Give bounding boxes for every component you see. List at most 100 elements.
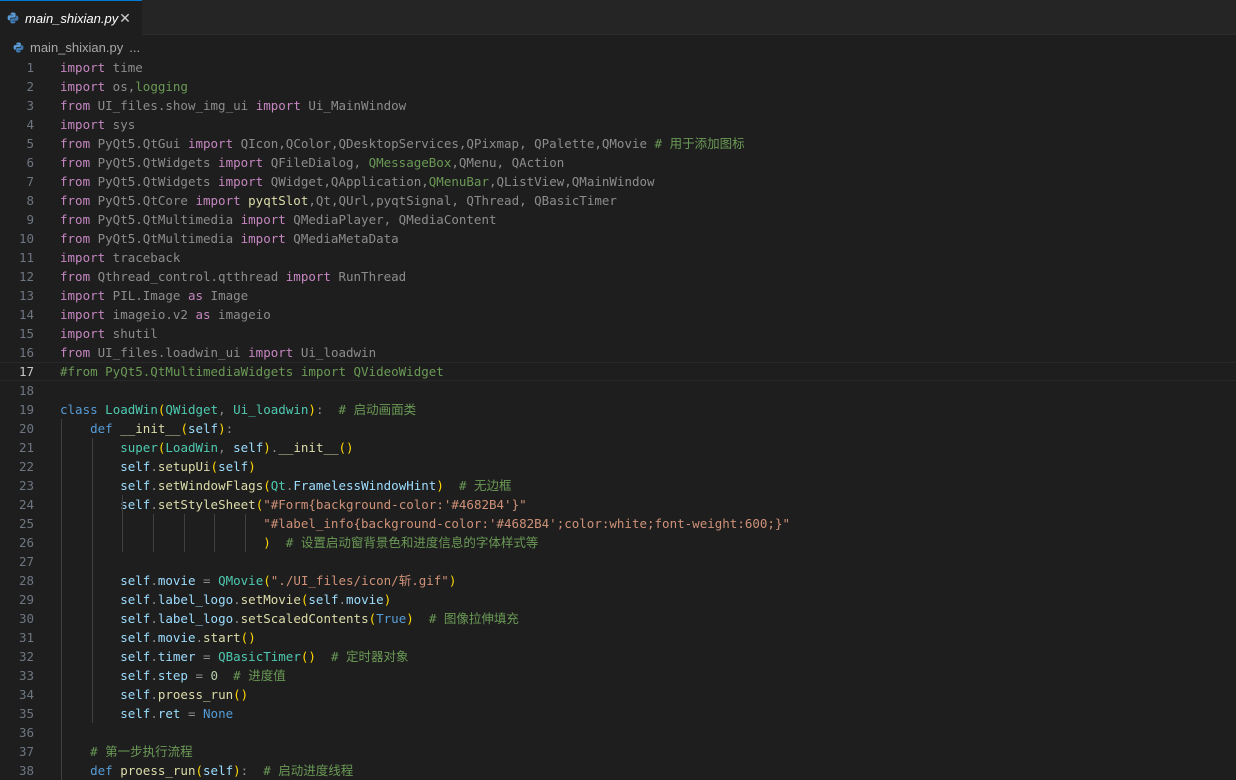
close-tab-icon[interactable]: ✕ — [117, 10, 133, 26]
code-text: self.proess_run() — [120, 687, 249, 702]
breadcrumb-ellipsis[interactable]: ... — [129, 40, 140, 55]
code-text: import shutil — [60, 326, 158, 341]
line-number: 27 — [18, 554, 34, 569]
code-line[interactable]: 30 self.label_logo.setScaledContents(Tru… — [0, 609, 1236, 628]
line-number: 17 — [18, 364, 34, 379]
indent-guide — [245, 514, 246, 552]
code-line[interactable]: 23 self.setWindowFlags(Qt.FramelessWindo… — [0, 476, 1236, 495]
code-line[interactable]: 12 from Qthread_control.qtthread import R… — [0, 267, 1236, 286]
line-number: 25 — [18, 516, 34, 531]
line-number: 7 — [26, 174, 34, 189]
tab-label: main_shixian.py — [25, 10, 119, 26]
line-number: 3 — [26, 98, 34, 113]
line-number: 34 — [18, 687, 34, 702]
code-line[interactable]: 37 # 第一步执行流程 — [0, 742, 1236, 761]
indent-guide — [153, 514, 154, 552]
code-line[interactable]: 24 self.setStyleSheet("#Form{background-… — [0, 495, 1236, 514]
code-text: from Qthread_control.qtthread import Run… — [60, 269, 407, 284]
line-number: 36 — [18, 725, 34, 740]
code-text: import os,logging — [60, 79, 188, 94]
line-number: 4 — [26, 117, 34, 132]
code-text: ) # 设置启动窗背景色和进度信息的字体样式等 — [263, 535, 539, 550]
code-editor[interactable]: 1 import time 2 import os,logging 3 from UI_f… — [0, 58, 1236, 780]
line-number: 31 — [18, 630, 34, 645]
code-line[interactable]: 33 self.step = 0 # 进度值 — [0, 666, 1236, 685]
code-text: from PyQt5.QtWidgets import QFileDialog,… — [60, 155, 565, 170]
indent-guide — [122, 495, 123, 552]
code-line[interactable]: 15 import shutil — [0, 324, 1236, 343]
code-line[interactable]: 28 self.movie = QMovie("./UI_files/icon/… — [0, 571, 1236, 590]
line-number: 14 — [18, 307, 34, 322]
line-number: 38 — [18, 763, 34, 778]
code-line[interactable]: 5 from PyQt5.QtGui import QIcon,QColor,QD… — [0, 134, 1236, 153]
code-line[interactable]: 8 from PyQt5.QtCore import pyqtSlot,Qt,QU… — [0, 191, 1236, 210]
code-text: from PyQt5.QtCore import pyqtSlot,Qt,QUr… — [60, 193, 617, 208]
code-line[interactable]: 32 self.timer = QBasicTimer() # 定时器对象 — [0, 647, 1236, 666]
code-line[interactable]: 14 import imageio.v2 as imageio — [0, 305, 1236, 324]
code-line[interactable]: 10 from PyQt5.QtMultimedia import QMediaM… — [0, 229, 1236, 248]
code-line[interactable]: 3 from UI_files.show_img_ui import Ui_Mai… — [0, 96, 1236, 115]
code-line[interactable]: 16 from UI_files.loadwin_ui import Ui_loa… — [0, 343, 1236, 362]
code-line[interactable]: 22 self.setupUi(self) — [0, 457, 1236, 476]
code-line[interactable]: 31 self.movie.start() — [0, 628, 1236, 647]
code-line[interactable]: 21 super(LoadWin, self).__init__() — [0, 438, 1236, 457]
python-file-icon — [13, 41, 24, 53]
indent-guide — [61, 419, 62, 780]
indent-guide — [214, 514, 215, 552]
line-number: 33 — [18, 668, 34, 683]
code-line[interactable]: 1 import time — [0, 58, 1236, 77]
line-number: 37 — [18, 744, 34, 759]
line-number: 26 — [18, 535, 34, 550]
code-text: self.setupUi(self) — [120, 459, 256, 474]
code-text: import time — [60, 60, 143, 75]
line-number: 8 — [26, 193, 34, 208]
code-line[interactable]: 26 ) # 设置启动窗背景色和进度信息的字体样式等 — [0, 533, 1236, 552]
breadcrumb: main_shixian.py ... — [0, 36, 1236, 58]
code-text: class LoadWin(QWidget, Ui_loadwin): # 启动… — [60, 402, 417, 417]
code-line[interactable]: 13 import PIL.Image as Image — [0, 286, 1236, 305]
code-text: self.ret = None — [120, 706, 234, 721]
code-line[interactable]: 2 import os,logging — [0, 77, 1236, 96]
line-number: 24 — [18, 497, 34, 512]
code-line[interactable]: 38 def proess_run(self): # 启动进度线程 — [0, 761, 1236, 780]
line-number: 21 — [18, 440, 34, 455]
tab-bar: main_shixian.py ✕ — [0, 0, 1236, 35]
code-text: def __init__(self): — [90, 421, 234, 436]
code-line[interactable]: 20 def __init__(self): — [0, 419, 1236, 438]
code-text: #from PyQt5.QtMultimediaWidgets import Q… — [60, 364, 444, 379]
code-line[interactable]: 4 import sys — [0, 115, 1236, 134]
code-line[interactable]: 6 from PyQt5.QtWidgets import QFileDialog… — [0, 153, 1236, 172]
code-line[interactable]: 34 self.proess_run() — [0, 685, 1236, 704]
tab-main-shixian[interactable]: main_shixian.py ✕ — [0, 0, 142, 35]
code-line[interactable]: 11 import traceback — [0, 248, 1236, 267]
line-number: 32 — [18, 649, 34, 664]
code-text: self.label_logo.setScaledContents(True) … — [120, 611, 519, 626]
code-text: import sys — [60, 117, 136, 132]
breadcrumb-file[interactable]: main_shixian.py — [30, 40, 123, 55]
code-line[interactable]: 35 self.ret = None — [0, 704, 1236, 723]
line-number: 18 — [18, 383, 34, 398]
code-text: self.step = 0 # 进度值 — [120, 668, 286, 683]
line-number: 13 — [18, 288, 34, 303]
line-number: 35 — [18, 706, 34, 721]
code-text: self.setWindowFlags(Qt.FramelessWindowHi… — [120, 478, 512, 493]
code-line[interactable]: 9 from PyQt5.QtMultimedia import QMediaPl… — [0, 210, 1236, 229]
line-number: 30 — [18, 611, 34, 626]
code-text: from PyQt5.QtMultimedia import QMediaPla… — [60, 212, 497, 227]
code-line[interactable]: 7 from PyQt5.QtWidgets import QWidget,QAp… — [0, 172, 1236, 191]
line-number: 11 — [18, 250, 34, 265]
code-line[interactable]: 18 — [0, 381, 1236, 400]
line-number: 12 — [18, 269, 34, 284]
code-text: import traceback — [60, 250, 181, 265]
code-line[interactable]: 29 self.label_logo.setMovie(self.movie) — [0, 590, 1236, 609]
code-line[interactable]: 27 — [0, 552, 1236, 571]
code-line[interactable]: 17 #from PyQt5.QtMultimediaWidgets import… — [0, 362, 1236, 381]
code-text: super(LoadWin, self).__init__() — [120, 440, 354, 455]
code-line[interactable]: 36 — [0, 723, 1236, 742]
code-line[interactable]: 19 class LoadWin(QWidget, Ui_loadwin): # … — [0, 400, 1236, 419]
line-number: 28 — [18, 573, 34, 588]
code-text: from PyQt5.QtMultimedia import QMediaMet… — [60, 231, 399, 246]
code-line[interactable]: 25 "#label_info{background-color:'#4682B… — [0, 514, 1236, 533]
line-number: 23 — [18, 478, 34, 493]
code-text: import PIL.Image as Image — [60, 288, 249, 303]
